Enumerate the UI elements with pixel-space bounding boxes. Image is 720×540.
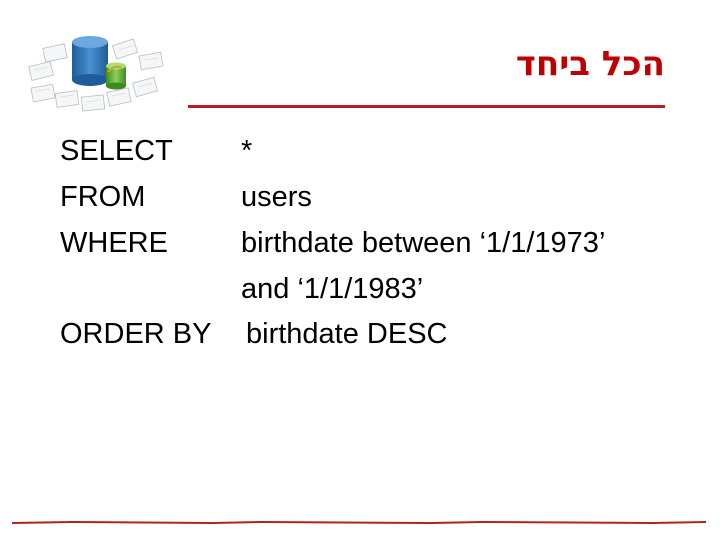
sql-keyword: ORDER BY: [60, 318, 212, 350]
sql-keyword: WHERE: [60, 227, 168, 259]
footer-rule: [12, 521, 706, 524]
database-icon: [28, 36, 164, 112]
sql-value: and ‘1/1/1983’: [241, 273, 424, 305]
slide-title: הכל ביחד: [515, 44, 665, 84]
sql-keyword: FROM: [60, 181, 146, 213]
sql-keyword: SELECT: [60, 135, 173, 167]
sql-value: birthdate between ‘1/1/1973’: [241, 227, 606, 259]
sql-value: *: [241, 135, 253, 167]
title-divider: [188, 105, 665, 108]
sql-value: users: [241, 181, 312, 213]
sql-value: birthdate DESC: [246, 318, 448, 350]
